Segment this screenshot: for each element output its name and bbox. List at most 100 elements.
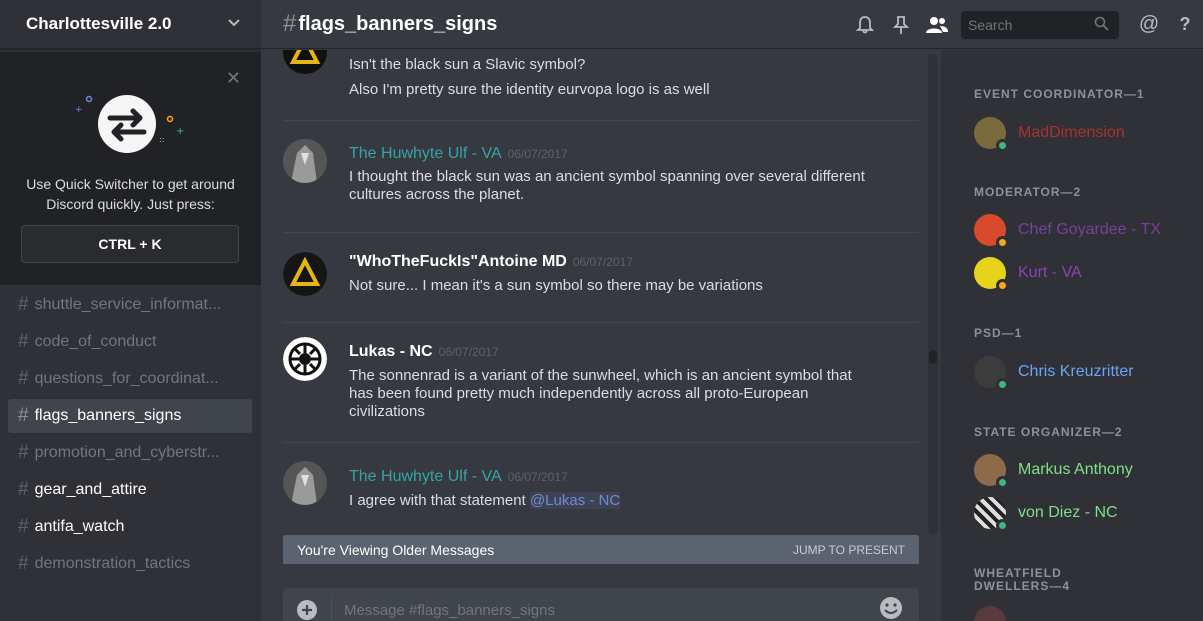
member-item[interactable]	[974, 605, 1006, 621]
search-placeholder: Search	[968, 16, 1013, 33]
avatar	[974, 257, 1009, 292]
channel-label: antifa_watch	[34, 518, 125, 535]
channel-label: promotion_and_cyberstr...	[34, 444, 220, 461]
message-body: "WhoTheFuckIs"Antoine MD 06/07/2017 Not s…	[349, 253, 879, 295]
search-input[interactable]: Search	[961, 10, 1119, 39]
message-body: Isn't the black sun a Slavic symbol? Als…	[349, 54, 879, 99]
message-author[interactable]: The Huwhyte Ulf - VA	[349, 145, 502, 162]
member-item[interactable]: Kurt - VA	[974, 256, 1082, 292]
hash-icon: #	[18, 368, 29, 389]
member-group-title: WHEATFIELD DWELLERS—4	[974, 567, 1070, 593]
emoji-icon[interactable]	[879, 596, 919, 621]
channel-item-unread[interactable]: # gear_and_attire	[8, 473, 252, 507]
avatar	[974, 454, 1009, 489]
message-input[interactable]: Message #flags_banners_signs	[344, 602, 879, 619]
chevron-down-icon[interactable]	[227, 16, 241, 33]
channel-item-active[interactable]: # flags_banners_signs	[8, 399, 252, 433]
avatar[interactable]	[283, 139, 327, 183]
message-timestamp: 06/07/2017	[572, 255, 633, 269]
status-online-icon	[996, 378, 1009, 391]
pin-icon[interactable]	[883, 0, 919, 49]
message-text: The sonnenrad is a variant of the sunwhe…	[349, 367, 852, 384]
member-group-title-line: DWELLERS—4	[974, 579, 1071, 593]
member-item[interactable]: Markus Anthony	[974, 453, 1133, 489]
channel-item[interactable]: # promotion_and_cyberstr...	[8, 436, 252, 470]
member-item[interactable]: von Diez - NC	[974, 496, 1118, 532]
channel-header: # flags_banners_signs Search @ ?	[261, 0, 1203, 49]
hash-icon: #	[18, 553, 29, 574]
avatar	[974, 214, 1009, 249]
user-mention[interactable]: @Lukas - NC	[529, 492, 621, 509]
channel-label: questions_for_coordinat...	[34, 370, 219, 387]
hash-icon: #	[18, 331, 29, 352]
message-group: The Huwhyte Ulf - VA 06/07/2017 I agree w…	[283, 443, 919, 535]
member-item[interactable]: Chef Goyardee - TX	[974, 213, 1161, 249]
member-group-title: EVENT COORDINATOR—1	[974, 87, 1145, 101]
jump-to-present-button[interactable]: JUMP TO PRESENT	[793, 543, 905, 557]
avatar[interactable]	[283, 252, 327, 296]
members-icon[interactable]	[919, 0, 955, 49]
member-group-title: STATE ORGANIZER—2	[974, 425, 1123, 439]
server-header[interactable]: Charlottesville 2.0	[0, 0, 261, 49]
channel-item[interactable]: # code_of_conduct	[8, 325, 252, 359]
member-name: Kurt - VA	[1018, 264, 1082, 281]
message-text: Isn't the black sun a Slavic symbol?	[349, 56, 586, 73]
header-toolbar: Search @ ?	[847, 0, 1203, 49]
help-icon[interactable]: ?	[1167, 0, 1203, 49]
member-name: Chris Kreuzritter	[1018, 363, 1134, 380]
shortcut-key-button[interactable]: CTRL + K	[21, 225, 239, 263]
message-text: civilizations	[349, 403, 425, 420]
message-body: The Huwhyte Ulf - VA 06/07/2017 I agree w…	[349, 468, 879, 510]
quick-switcher-text-line: Use Quick Switcher to get around	[26, 176, 235, 192]
status-online-icon	[996, 519, 1009, 532]
status-idle-icon	[996, 279, 1009, 292]
avatar[interactable]	[283, 50, 327, 74]
message-list: Isn't the black sun a Slavic symbol? Als…	[261, 50, 941, 535]
mention-icon[interactable]: @	[1131, 0, 1167, 49]
status-online-icon	[996, 476, 1009, 489]
channel-item[interactable]: # demonstration_tactics	[8, 547, 252, 581]
channel-sidebar: Charlottesville 2.0 #confirmed_participa…	[0, 0, 261, 621]
message-group: Lukas - NC 06/07/2017 The sonnenrad is a …	[283, 323, 919, 443]
quick-switcher-popup: ✕ + + :: Use Quick Switcher to get aroun…	[0, 52, 261, 285]
message-group: The Huwhyte Ulf - VA 06/07/2017 I thought…	[283, 121, 919, 233]
channel-title: flags_banners_signs	[298, 12, 498, 35]
message-author[interactable]: The Huwhyte Ulf - VA	[349, 468, 502, 485]
message-timestamp: 06/07/2017	[507, 147, 568, 161]
channel-item[interactable]: # shuttle_service_informat...	[8, 288, 252, 322]
hash-icon: #	[18, 516, 29, 537]
add-attachment-icon[interactable]	[283, 599, 331, 621]
member-item[interactable]: Chris Kreuzritter	[974, 355, 1134, 391]
message-text: cultures across the planet.	[349, 186, 525, 203]
avatar[interactable]	[283, 461, 327, 505]
older-messages-label: You're Viewing Older Messages	[297, 541, 495, 558]
channel-item[interactable]: # questions_for_coordinat...	[8, 362, 252, 396]
status-online-icon	[996, 139, 1009, 152]
message-timestamp: 06/07/2017	[438, 345, 499, 359]
hash-icon: #	[18, 405, 29, 426]
status-idle-icon	[996, 236, 1009, 249]
bell-icon[interactable]	[847, 0, 883, 49]
member-group-title: PSD—1	[974, 326, 1023, 340]
server-name: Charlottesville 2.0	[26, 14, 172, 33]
hash-icon: #	[18, 294, 29, 315]
close-icon[interactable]: ✕	[226, 68, 241, 89]
message-author[interactable]: "WhoTheFuckIs"Antoine MD	[349, 253, 567, 270]
member-name: MadDimension	[1018, 124, 1125, 141]
message-text: has been found pretty much independently…	[349, 385, 809, 402]
member-item[interactable]: MadDimension	[974, 116, 1125, 152]
avatar	[974, 606, 1006, 621]
channel-label: shuttle_service_informat...	[34, 296, 222, 313]
composer-divider	[331, 598, 332, 621]
message-author[interactable]: Lukas - NC	[349, 343, 433, 360]
message-scrollbar[interactable]	[928, 54, 938, 534]
message-timestamp: 06/07/2017	[507, 470, 568, 484]
avatar[interactable]	[283, 337, 327, 381]
quick-switcher-text: Use Quick Switcher to get around Discord…	[0, 174, 261, 214]
scrollbar-thumb[interactable]	[929, 350, 937, 364]
channel-item-unread[interactable]: # antifa_watch	[8, 510, 252, 544]
message-text-segment: I agree with that statement	[349, 492, 530, 509]
member-name: Chef Goyardee - TX	[1018, 221, 1161, 238]
avatar	[974, 117, 1009, 152]
message-text: Also I'm pretty sure the identity eurvop…	[349, 81, 710, 98]
